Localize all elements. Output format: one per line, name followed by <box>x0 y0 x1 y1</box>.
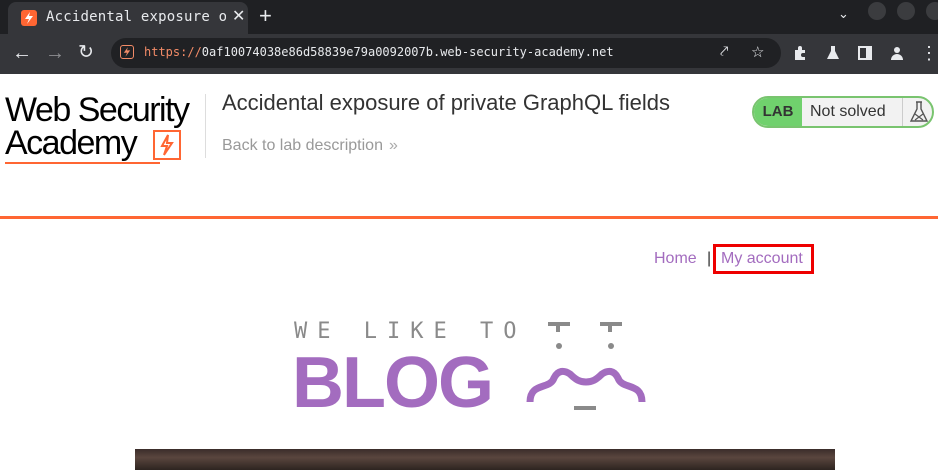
web-page: Web Security Academy Accidental exposure… <box>0 74 938 470</box>
tab-close-icon[interactable]: ✕ <box>232 9 245 25</box>
academy-header: Web Security Academy Accidental exposure… <box>0 74 938 219</box>
lab-badge: LAB <box>754 98 802 126</box>
blog-hero-image <box>135 449 835 470</box>
site-favicon-icon <box>120 45 134 59</box>
lab-flask-icon[interactable] <box>825 45 841 61</box>
logo-lightning-icon <box>153 130 181 160</box>
double-chevron-right-icon: » <box>388 137 398 154</box>
banner-tagline: WE LIKE TO <box>294 319 527 344</box>
banner-title: BLOG <box>292 343 494 423</box>
profile-icon[interactable] <box>889 45 905 61</box>
url-scheme: https:// <box>144 45 202 59</box>
back-to-lab-description-link[interactable]: Back to lab description » <box>222 137 398 155</box>
home-link[interactable]: Home <box>654 250 697 268</box>
browser-tab-bar: Accidental exposure of private GraphQL f… <box>0 0 938 34</box>
browser-menu-icon[interactable]: ⋮ <box>920 41 938 65</box>
lab-status-text: Not solved <box>810 103 886 120</box>
chevron-down-icon[interactable]: ⌄ <box>838 6 849 22</box>
lightning-favicon-icon <box>21 10 37 26</box>
logo-underline <box>5 162 160 164</box>
bookmark-star-icon[interactable]: ☆ <box>751 43 764 61</box>
new-tab-button[interactable]: + <box>259 3 272 29</box>
curly-brace-face-icon <box>526 322 646 410</box>
window-close-button[interactable] <box>926 2 938 20</box>
lab-title: Accidental exposure of private GraphQL f… <box>222 90 670 115</box>
forward-arrow-icon[interactable]: → <box>45 41 65 65</box>
reload-icon[interactable]: ↻ <box>78 41 94 65</box>
back-link-label: Back to lab description <box>222 137 383 154</box>
logo-line-1: Web Security <box>5 91 190 129</box>
url-host: 0af10074038e86d58839e79a0092007b.web-sec… <box>201 45 614 59</box>
header-divider <box>205 94 206 158</box>
browser-tab[interactable]: Accidental exposure of private GraphQL f… <box>8 2 248 34</box>
web-security-academy-logo[interactable]: Web Security Academy <box>5 91 190 164</box>
back-arrow-icon[interactable]: ← <box>12 41 32 65</box>
share-icon[interactable]: ⤤ <box>720 43 728 60</box>
nav-separator: | <box>707 250 712 267</box>
window-minimize-button[interactable] <box>868 2 886 20</box>
flask-icon <box>902 98 932 126</box>
blog-banner: WE LIKE TO BLOG <box>292 312 652 423</box>
lab-status-widget: LAB Not solved <box>752 96 934 128</box>
url-text[interactable]: https://0af10074038e86d58839e79a0092007b… <box>144 45 614 59</box>
window-maximize-button[interactable] <box>897 2 915 20</box>
tab-title: Accidental exposure of private GraphQL f… <box>46 9 226 25</box>
browser-toolbar: ← → ↻ https://0af10074038e86d58839e79a00… <box>0 34 938 74</box>
extensions-puzzle-icon[interactable] <box>792 45 808 61</box>
address-bar[interactable]: https://0af10074038e86d58839e79a0092007b… <box>111 38 781 68</box>
side-panel-icon[interactable] <box>857 45 873 61</box>
my-account-link[interactable]: My account <box>721 250 803 268</box>
